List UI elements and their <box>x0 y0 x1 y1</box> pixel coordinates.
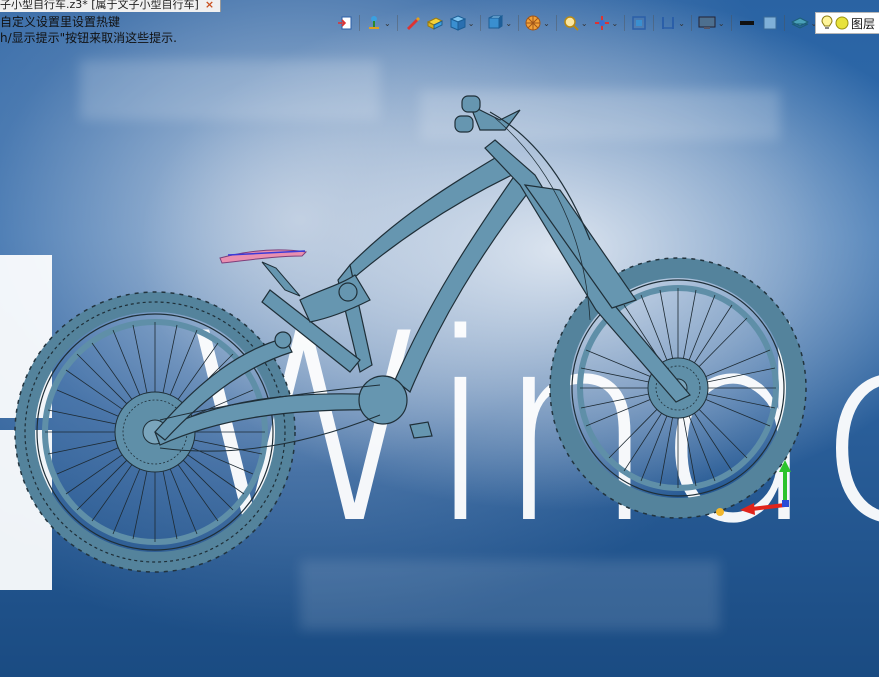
section-view-button[interactable]: ⌄ <box>657 13 688 33</box>
triad-origin-marker <box>716 508 724 516</box>
view-cube-icon <box>488 15 504 29</box>
line-style-button[interactable] <box>735 13 759 33</box>
triad-y-arrow <box>779 460 791 472</box>
chevron-down-icon: ⌄ <box>505 18 513 28</box>
pen-sketch-icon <box>406 17 420 30</box>
axis-button[interactable]: ⌄ <box>591 13 622 33</box>
toolbar-separator <box>653 15 655 31</box>
chevron-down-icon: ⌄ <box>467 18 475 28</box>
document-tab-title: 子小型自行车.z3* [属于文子小型自行车] <box>0 0 199 11</box>
display-button[interactable]: ⌄ <box>695 13 728 33</box>
hint-line-2: h/显示提示"按钮来取消这些提示. <box>0 31 177 45</box>
toolbar-separator <box>783 15 785 31</box>
monitor-icon <box>698 16 716 29</box>
csys-button[interactable]: ⌄ <box>363 13 394 33</box>
chevron-down-icon: ⌄ <box>543 18 550 28</box>
layers-stack-icon <box>790 17 809 29</box>
chevron-down-icon: ⌄ <box>611 18 619 28</box>
red-axis-icon <box>594 16 609 30</box>
chevron-down-icon: ⌄ <box>717 18 725 28</box>
yellow-block-icon <box>426 17 443 30</box>
toolbar-separator <box>480 15 482 31</box>
toolbar-separator <box>359 15 360 31</box>
close-icon[interactable]: × <box>205 0 214 11</box>
color-button[interactable] <box>759 13 781 33</box>
zoom-icon <box>564 16 579 31</box>
layer-status-icon <box>835 16 849 30</box>
triad-z-axis <box>782 500 789 507</box>
sketch-button[interactable] <box>401 13 423 33</box>
coordinate-triad <box>716 460 791 516</box>
toolbar-separator <box>690 15 692 31</box>
toolbar-separator <box>624 15 626 31</box>
toolbar-separator <box>518 15 520 31</box>
triad-x-arrow <box>740 503 755 515</box>
layer-panel[interactable]: 图层 <box>815 12 879 34</box>
exit-view-icon <box>338 16 352 30</box>
blue-square-icon <box>763 16 777 30</box>
view-toolbar: ⌄ ⌄ ⌄ ⌄ ⌄ ⌄ ⌄ ⌄ ⌄ <box>334 12 820 34</box>
zoom-button[interactable]: ⌄ <box>560 13 591 33</box>
black-bar-icon <box>739 21 754 25</box>
toolbar-separator <box>555 15 557 31</box>
layer-panel-label: 图层 <box>851 16 876 31</box>
render-mode-button[interactable]: ⌄ <box>522 13 553 33</box>
csys-pin-icon <box>369 16 379 29</box>
toolbar-separator <box>396 15 398 31</box>
hint-line-1: 自定义设置里设置热键 <box>0 15 121 29</box>
triad-x-axis <box>751 503 786 511</box>
render-wheel-icon <box>525 15 541 31</box>
shading-button[interactable]: ⌄ <box>447 13 478 33</box>
view-orientation-button[interactable]: ⌄ <box>484 13 515 33</box>
shape-block-button[interactable] <box>423 13 447 33</box>
chevron-down-icon: ⌄ <box>580 18 588 28</box>
blue-cube-icon <box>449 15 466 31</box>
fit-view-button[interactable] <box>628 13 650 33</box>
exit-view-button[interactable] <box>334 13 356 33</box>
chevron-down-icon: ⌄ <box>678 18 685 28</box>
toolbar-separator <box>730 15 732 31</box>
document-tab[interactable]: 子小型自行车.z3* [属于文子小型自行车] × <box>0 0 222 12</box>
chevron-down-icon: ⌄ <box>384 18 391 28</box>
3d-viewport[interactable]: Windo <box>0 0 879 677</box>
fit-view-icon <box>632 16 646 30</box>
section-view-icon <box>662 17 675 29</box>
lightbulb-icon <box>821 15 833 29</box>
